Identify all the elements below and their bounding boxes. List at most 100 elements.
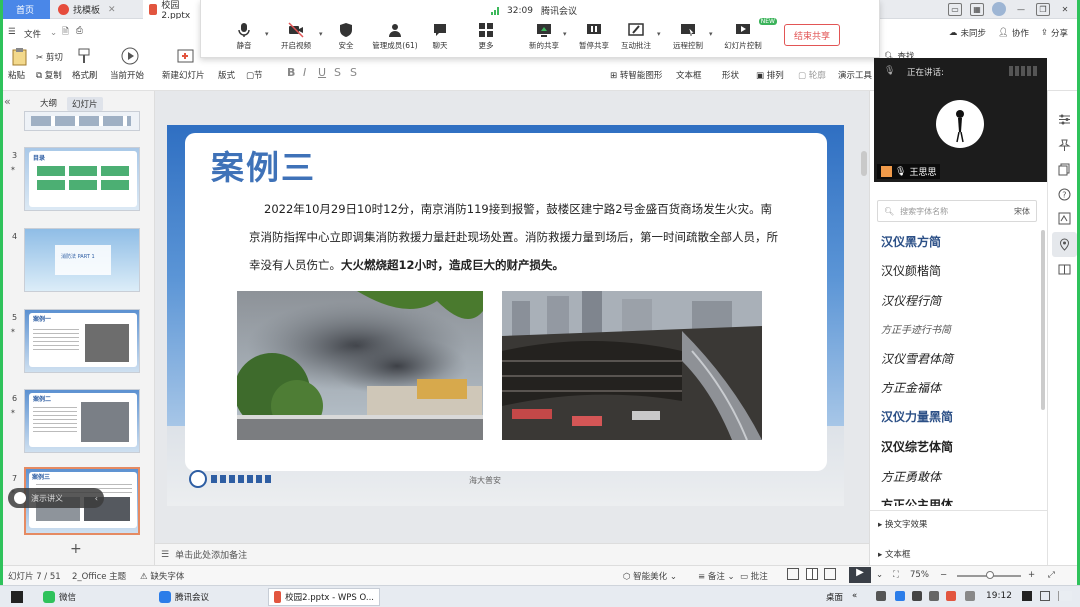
tray-wps-icon[interactable] [946,591,956,601]
font-item[interactable]: 汉仪综艺体简 [881,438,953,455]
security-button[interactable]: 安全 [323,22,369,51]
avatar-small[interactable] [992,2,1006,16]
play-from-current-button[interactable]: 当前开始 [110,69,144,81]
chevron-down-icon[interactable]: ▾ [657,30,661,38]
collab-button[interactable]: 👤︎ 协作 [998,27,1029,39]
notes-bar[interactable]: ☰ 单击此处添加备注 [155,543,869,565]
tray-volume-icon[interactable] [929,591,939,601]
tray-input-icon[interactable] [965,591,975,601]
tab-home[interactable]: 首页 [0,0,50,19]
shape-button[interactable]: 形状 [722,69,739,81]
chat-tray-icon[interactable] [1040,591,1050,601]
show-desktop-button[interactable] [1058,591,1072,601]
font-item[interactable]: 汉仪颜楷简 [881,262,941,279]
font-list-scrollbar[interactable] [1041,230,1045,410]
burned-mall-photo[interactable] [502,291,762,440]
zoom-in-button[interactable]: + [1028,570,1035,580]
comments-toggle[interactable]: ▭ 批注 [740,570,768,582]
zoom-slider-knob[interactable] [986,571,994,579]
tab-file[interactable]: 校园2.pptx [143,0,203,21]
speaker-video[interactable]: 🎙︎ 正在讲话: 🎙︎ 王思思 [874,58,1047,182]
font-search-input[interactable]: 🔍︎ 搜索字体名称 宋体 [877,200,1037,222]
notes-toggle[interactable]: ≡ 备注 ⌄ [698,570,735,582]
font-item[interactable]: 方正勇敢体 [881,468,941,485]
slide[interactable]: 案例三 2022年10月29日10时12分，南京消防119接到报警，鼓楼区建宁路… [167,125,844,506]
format-painter-label[interactable]: 格式刷 [72,69,98,81]
outline-button[interactable]: ▢ 轮廓 [798,69,826,81]
notification-icon[interactable] [1022,591,1032,601]
copy-button[interactable]: ⧉ 复制 [36,69,62,81]
arrange-button[interactable]: ▣ 排列 [756,69,784,81]
mute-button[interactable]: 静音 [221,22,267,51]
missing-font-button[interactable]: ⚠ 缺失字体 [140,570,184,582]
sorter-view-icon[interactable] [806,568,818,580]
shadow-icon[interactable]: S [334,66,341,79]
tray-network-icon[interactable] [912,591,922,601]
narrator-pill[interactable]: 演示讲义 ‹ [8,488,104,508]
chevron-down-icon[interactable]: ▾ [319,30,323,38]
close-icon[interactable]: ✕ [108,5,116,15]
new-share-button[interactable]: 新的共享 [521,22,567,51]
remote-control-button[interactable]: 远程控制 [665,22,711,51]
canvas-scrollbar[interactable] [861,151,867,176]
zoom-level[interactable]: 75% [910,570,929,580]
slide-thumbnail[interactable] [24,111,140,131]
taskbar-wps[interactable]: 校园2.pptx - WPS O... [268,588,380,606]
fire-smoke-photo[interactable] [237,291,483,440]
close-window-icon[interactable]: ✕ [1058,3,1072,16]
font-item[interactable]: 汉仪黑方简 [881,233,941,250]
end-share-button[interactable]: 结束共享 [784,24,840,46]
tab-outline[interactable]: 大纲 [40,97,57,111]
menu-icon[interactable]: ☰ [8,27,16,37]
share-button[interactable]: ⇪ 分享 [1041,27,1068,39]
beautify-button[interactable]: ⬡ 智能美化 ⌄ [623,570,677,582]
font-tag[interactable]: 宋体 [1014,206,1030,217]
copy-icon[interactable] [1058,163,1071,176]
print-icon[interactable]: ⎙ [76,26,83,36]
play-icon[interactable] [120,46,140,66]
video-button[interactable]: 开启视频 [273,22,319,51]
minimize-icon[interactable]: — [1014,3,1028,16]
chat-button[interactable]: 聊天 [417,22,463,51]
restore-icon[interactable]: ❐ [1036,2,1050,16]
new-slide-icon[interactable] [176,46,196,66]
font-item[interactable]: 汉仪雪君体简 [881,350,953,367]
book-icon[interactable] [1058,263,1071,276]
file-menu[interactable]: 文件 [24,28,41,40]
chevron-down-icon[interactable]: ⌄ [876,570,883,580]
slide-thumbnail[interactable]: 案例二 [24,389,140,453]
section-button[interactable]: ▢节 [246,69,263,81]
format-icon[interactable] [1058,212,1071,225]
slide-thumbnail[interactable]: 消防法 PART 1 [24,228,140,292]
collapse-panel-icon[interactable]: « [4,95,11,108]
change-effect-expander[interactable]: ▸ 换文字效果 [878,518,927,530]
slide-thumbnail[interactable]: 案例一 [24,309,140,373]
tab-slides[interactable]: 幻灯片 [67,97,103,111]
taskbar-desktop[interactable]: 桌面 [826,591,843,603]
pin-icon[interactable] [1058,139,1071,152]
layout-button[interactable]: 版式 [218,69,235,81]
adjust-icon[interactable] [1058,113,1071,126]
add-slide-button[interactable]: + [70,541,82,557]
textbox-button[interactable]: 文本框 [676,69,702,81]
reading-view-icon[interactable] [824,568,836,580]
tray-meeting-icon[interactable] [895,591,905,601]
help-icon[interactable]: ? [1058,188,1071,201]
bold-icon[interactable]: B [287,66,295,79]
fit-icon[interactable]: ⛶ [893,570,899,580]
slide-control-button[interactable]: 幻灯片控制 NEW [717,18,777,51]
textbox-expander[interactable]: ▸ 文本框 [878,548,910,560]
unsynced-button[interactable]: ☁ 未同步 [949,27,986,39]
zoom-out-button[interactable]: − [940,570,947,580]
save-icon[interactable]: 🗎 [62,26,69,40]
start-button[interactable] [6,588,28,606]
cut-button[interactable]: ✂ 剪切 [36,51,63,63]
slideshow-play-button[interactable]: ▶ [849,567,871,583]
pause-share-button[interactable]: 暂停共享 [571,22,617,51]
italic-icon[interactable]: I [303,66,306,79]
smartart-button[interactable]: ⊞ 转智能图形 [610,69,662,81]
tab-template[interactable]: 找模板 ✕ [52,0,140,19]
font-item[interactable]: 方正金福体 [881,379,941,396]
new-slide-button[interactable]: 新建幻灯片 [162,69,205,81]
paste-label[interactable]: 粘贴 [8,69,25,81]
